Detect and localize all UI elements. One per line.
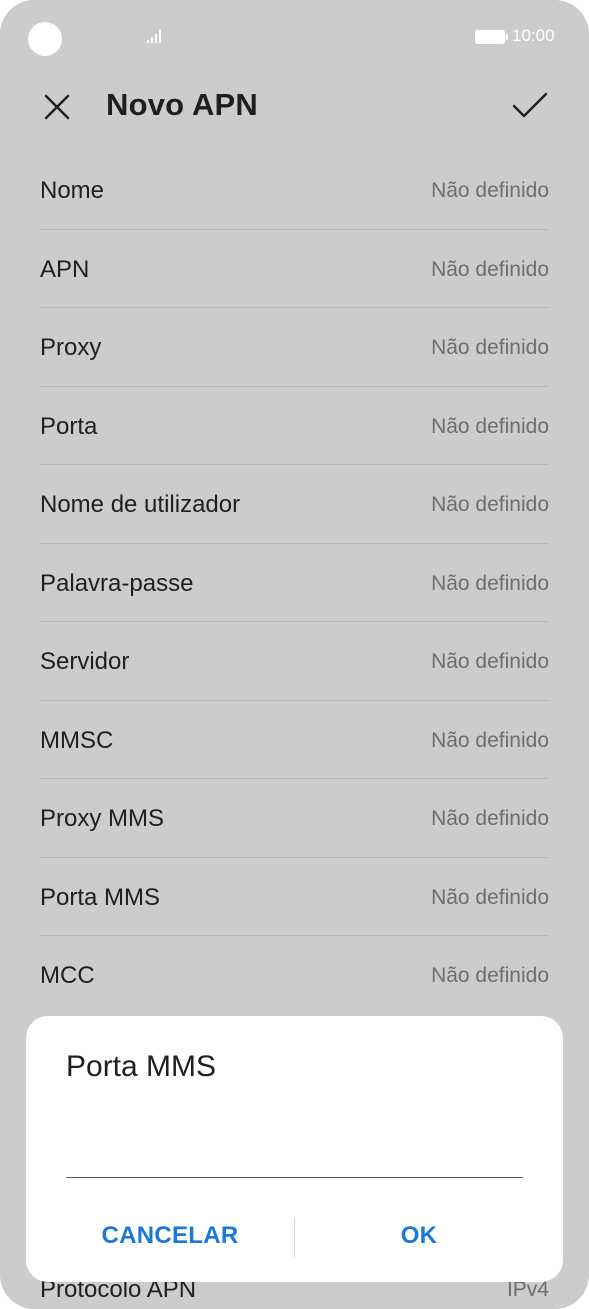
field-value: Não definido (431, 414, 549, 438)
apn-field-row[interactable]: Palavra-passe Não definido (40, 544, 549, 622)
field-value: Não definido (431, 179, 549, 202)
field-label: Proxy (40, 334, 102, 361)
status-bar: 10:00 (0, 0, 589, 72)
field-label: Proxy MMS (40, 805, 165, 832)
field-value: Não definido (431, 964, 549, 987)
field-value: Não definido (431, 885, 549, 909)
camera-cutout (28, 22, 62, 56)
field-value: Não definido (431, 571, 549, 595)
apn-field-row[interactable]: Porta MMS Não definido (40, 858, 549, 936)
mms-port-dialog: Porta MMS CANCELAR OK (26, 1016, 563, 1282)
close-icon[interactable] (40, 90, 74, 124)
field-label: Porta (40, 412, 98, 440)
status-time: 10:00 (512, 26, 555, 45)
apn-field-row[interactable]: Servidor Não definido (40, 622, 549, 701)
field-label: Nome (40, 177, 105, 204)
field-value: Não definido (431, 493, 549, 516)
field-label: Nome de utilizador (40, 491, 241, 518)
field-label: MMSC (40, 726, 114, 754)
apn-field-row[interactable]: MMSC Não definido (40, 701, 549, 779)
field-value: Não definido (431, 336, 549, 359)
apn-field-row[interactable]: MCC Não definido (40, 936, 549, 1015)
field-value: Não definido (431, 807, 549, 830)
app-header: Novo APN (0, 72, 589, 142)
apn-field-row[interactable]: Nome de utilizador Não definido (40, 465, 549, 544)
field-value: Não definido (431, 257, 549, 281)
field-value: Não definido (431, 650, 549, 673)
field-value: Não definido (431, 728, 549, 752)
phone-screen: 10:00 Novo APN Nome Não definido APN Não… (0, 0, 589, 1309)
field-label: Palavra-passe (40, 569, 194, 597)
ok-button[interactable]: OK (294, 1206, 544, 1266)
field-label: MCC (40, 962, 95, 989)
dialog-title: Porta MMS (66, 1050, 217, 1083)
apn-field-row[interactable]: APN Não definido (40, 230, 549, 308)
field-label: Servidor (40, 648, 130, 675)
dialog-actions: CANCELAR OK (26, 1206, 563, 1266)
apn-field-row[interactable]: Porta Não definido (40, 387, 549, 465)
apn-field-row[interactable]: Proxy MMS Não definido (40, 779, 549, 858)
mms-port-input[interactable] (66, 1138, 523, 1178)
page-title: Novo APN (106, 87, 259, 122)
signal-bars-icon (147, 30, 161, 43)
apn-settings-list: Nome Não definido APN Não definido Proxy… (40, 151, 549, 1015)
field-label: APN (40, 255, 90, 283)
apn-field-row[interactable]: Nome Não definido (40, 151, 549, 230)
cancel-button[interactable]: CANCELAR (46, 1206, 294, 1266)
checkmark-icon[interactable] (510, 88, 550, 124)
field-label: Porta MMS (40, 883, 161, 911)
battery-icon (475, 30, 508, 44)
apn-field-row[interactable]: Proxy Não definido (40, 308, 549, 387)
